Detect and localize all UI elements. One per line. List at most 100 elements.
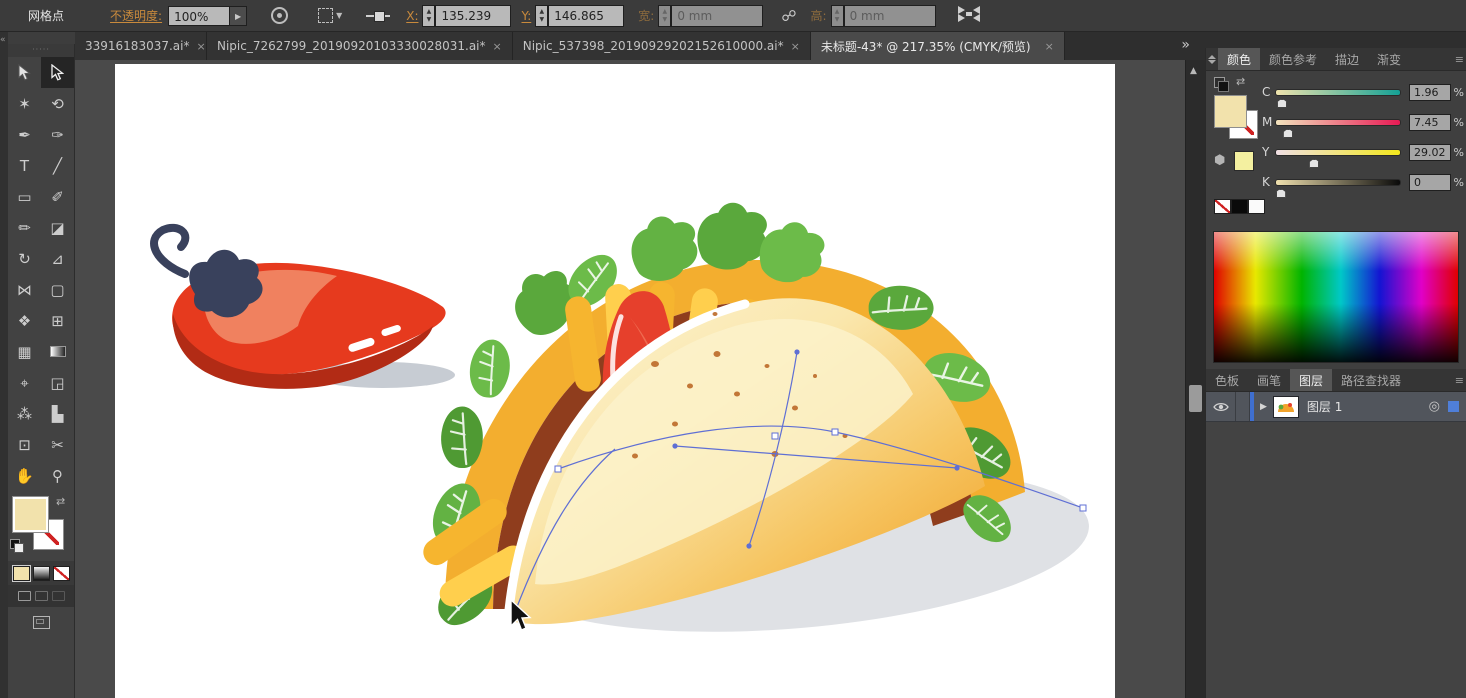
width-label[interactable]: 宽: xyxy=(638,7,654,24)
hand-tool[interactable]: ✋ xyxy=(8,460,41,491)
magenta-value-field[interactable]: 7.45 xyxy=(1409,114,1451,131)
type-tool[interactable]: T xyxy=(8,150,41,181)
yellow-slider[interactable] xyxy=(1275,149,1401,156)
scale-tool[interactable]: ⊿ xyxy=(41,243,74,274)
tab-color-guide[interactable]: 颜色参考 xyxy=(1260,48,1326,70)
tab-stroke[interactable]: 描边 xyxy=(1326,48,1368,70)
line-segment-tool[interactable]: ╱ xyxy=(41,150,74,181)
gradient-mode-chip[interactable] xyxy=(33,566,50,581)
gradient-tool[interactable] xyxy=(41,336,74,367)
selection-tool[interactable] xyxy=(8,57,41,88)
panel-menu-icon[interactable]: ≡ xyxy=(1453,48,1466,70)
free-transform-tool[interactable]: ▢ xyxy=(41,274,74,305)
none-mode-chip[interactable] xyxy=(53,566,70,581)
out-of-web-color-cube-icon[interactable]: ⬢ xyxy=(1214,153,1225,168)
expand-layer-icon[interactable]: ▶ xyxy=(1260,402,1267,412)
black-slider[interactable] xyxy=(1275,179,1401,186)
opacity-label[interactable]: 不透明度: xyxy=(110,7,162,24)
scroll-up-icon[interactable]: ▲ xyxy=(1190,66,1197,76)
layer-selection-indicator[interactable] xyxy=(1448,401,1459,412)
mesh-tool[interactable]: ▦ xyxy=(8,336,41,367)
screen-mode-icon[interactable] xyxy=(33,616,50,629)
fill-proxy[interactable] xyxy=(12,496,49,533)
free-distort-icon[interactable] xyxy=(958,6,980,25)
panel-collapse-icon[interactable] xyxy=(1206,48,1218,70)
default-fill-stroke-icon[interactable] xyxy=(10,539,23,552)
lasso-tool[interactable]: ⟲ xyxy=(41,88,74,119)
layer-thumbnail[interactable] xyxy=(1273,396,1299,418)
x-label[interactable]: X: xyxy=(406,9,418,23)
artboard-tool[interactable]: ⊡ xyxy=(8,429,41,460)
tab-color[interactable]: 颜色 xyxy=(1218,48,1260,70)
layer-name[interactable]: 图层 1 xyxy=(1307,398,1342,415)
slice-tool[interactable]: ✂ xyxy=(41,429,74,460)
rotate-tool[interactable]: ↻ xyxy=(8,243,41,274)
column-graph-tool[interactable]: ▙ xyxy=(41,398,74,429)
opacity-value[interactable]: 100% xyxy=(168,6,230,26)
document-tab-active[interactable]: 未标题-43* @ 217.35% (CMYK/预览) × xyxy=(811,32,1065,60)
opacity-combo[interactable]: 100% ▶ xyxy=(168,6,247,26)
constrain-proportions-link-icon[interactable]: ☍ xyxy=(781,7,796,25)
collapse-dock-icon[interactable]: « xyxy=(0,35,5,45)
visibility-eye-icon[interactable] xyxy=(1206,392,1236,421)
height-value-field[interactable]: 0 mm xyxy=(844,5,936,27)
eyedropper-tool[interactable]: ⌖ xyxy=(8,367,41,398)
opacity-dropdown-icon[interactable]: ▶ xyxy=(230,6,247,26)
select-similar-control[interactable]: ▼ xyxy=(288,8,342,23)
white-swatch[interactable] xyxy=(1248,199,1265,214)
rectangle-tool[interactable]: ▭ xyxy=(8,181,41,212)
width-stepper[interactable]: ▲▼ xyxy=(658,5,671,27)
draw-behind-icon[interactable] xyxy=(35,591,48,601)
height-stepper[interactable]: ▲▼ xyxy=(831,5,844,27)
cyan-value-field[interactable]: 1.96 xyxy=(1409,84,1451,101)
document-tab-1[interactable]: 33916183037.ai* × xyxy=(75,32,207,60)
pen-tool[interactable]: ✒ xyxy=(8,119,41,150)
blend-tool[interactable]: ◲ xyxy=(41,367,74,398)
tab-swatches[interactable]: 色板 xyxy=(1206,369,1248,391)
height-label[interactable]: 高: xyxy=(811,7,827,24)
x-value-field[interactable]: 135.239 m xyxy=(435,5,511,27)
black-swatch[interactable] xyxy=(1231,199,1248,214)
document-tab-3[interactable]: Nipic_537398_20190929202152610000.ai* × xyxy=(513,32,811,60)
none-swatch[interactable] xyxy=(1214,199,1231,214)
fill-stroke-mini-icon[interactable] xyxy=(1214,77,1228,91)
color-mode-chip[interactable] xyxy=(13,566,30,581)
x-stepper[interactable]: ▲▼ xyxy=(422,5,435,27)
swap-fill-stroke-icon[interactable]: ⇄ xyxy=(1236,75,1245,88)
perspective-grid-tool[interactable]: ⊞ xyxy=(41,305,74,336)
width-value-field[interactable]: 0 mm xyxy=(671,5,763,27)
close-tab-icon[interactable]: × xyxy=(1045,40,1054,53)
yellow-value-field[interactable]: 29.02 xyxy=(1409,144,1451,161)
direct-selection-tool[interactable] xyxy=(41,57,74,88)
layer-row[interactable]: ▶ 图层 1 ◎ xyxy=(1206,392,1466,422)
tab-overflow-chevron-icon[interactable]: » xyxy=(1175,35,1194,55)
magenta-slider[interactable] xyxy=(1275,119,1401,126)
tab-pathfinder[interactable]: 路径查找器 xyxy=(1332,369,1410,391)
artboard-canvas[interactable] xyxy=(115,64,1115,698)
magic-wand-tool[interactable]: ✶ xyxy=(8,88,41,119)
shape-builder-tool[interactable]: ❖ xyxy=(8,305,41,336)
canvas-vertical-scrollbar[interactable]: ▲ xyxy=(1185,60,1205,698)
recolor-artwork-icon[interactable] xyxy=(271,7,288,24)
fill-proxy[interactable] xyxy=(1214,95,1247,128)
eraser-tool[interactable]: ◪ xyxy=(41,212,74,243)
y-label[interactable]: Y: xyxy=(521,9,531,23)
pencil-tool[interactable]: ✏ xyxy=(8,212,41,243)
tab-gradient[interactable]: 渐变 xyxy=(1368,48,1410,70)
close-tab-icon[interactable]: × xyxy=(196,40,205,53)
swap-fill-stroke-icon[interactable]: ⇄ xyxy=(56,495,65,508)
paintbrush-tool[interactable]: ✐ xyxy=(41,181,74,212)
cyan-slider[interactable] xyxy=(1275,89,1401,96)
y-stepper[interactable]: ▲▼ xyxy=(535,5,548,27)
symbol-sprayer-tool[interactable]: ⁂ xyxy=(8,398,41,429)
draw-inside-icon[interactable] xyxy=(52,591,65,601)
canvas-surround[interactable] xyxy=(75,60,1185,698)
close-tab-icon[interactable]: × xyxy=(791,40,800,53)
width-tool[interactable]: ⋈ xyxy=(8,274,41,305)
document-tab-2[interactable]: Nipic_7262799_20190920103330028031.ai* × xyxy=(207,32,513,60)
close-tab-icon[interactable]: × xyxy=(493,40,502,53)
lock-column[interactable] xyxy=(1236,392,1250,421)
tools-panel-grip[interactable]: ····· xyxy=(8,44,74,57)
draw-normal-icon[interactable] xyxy=(18,591,31,601)
web-safe-color-swatch[interactable] xyxy=(1234,151,1254,171)
